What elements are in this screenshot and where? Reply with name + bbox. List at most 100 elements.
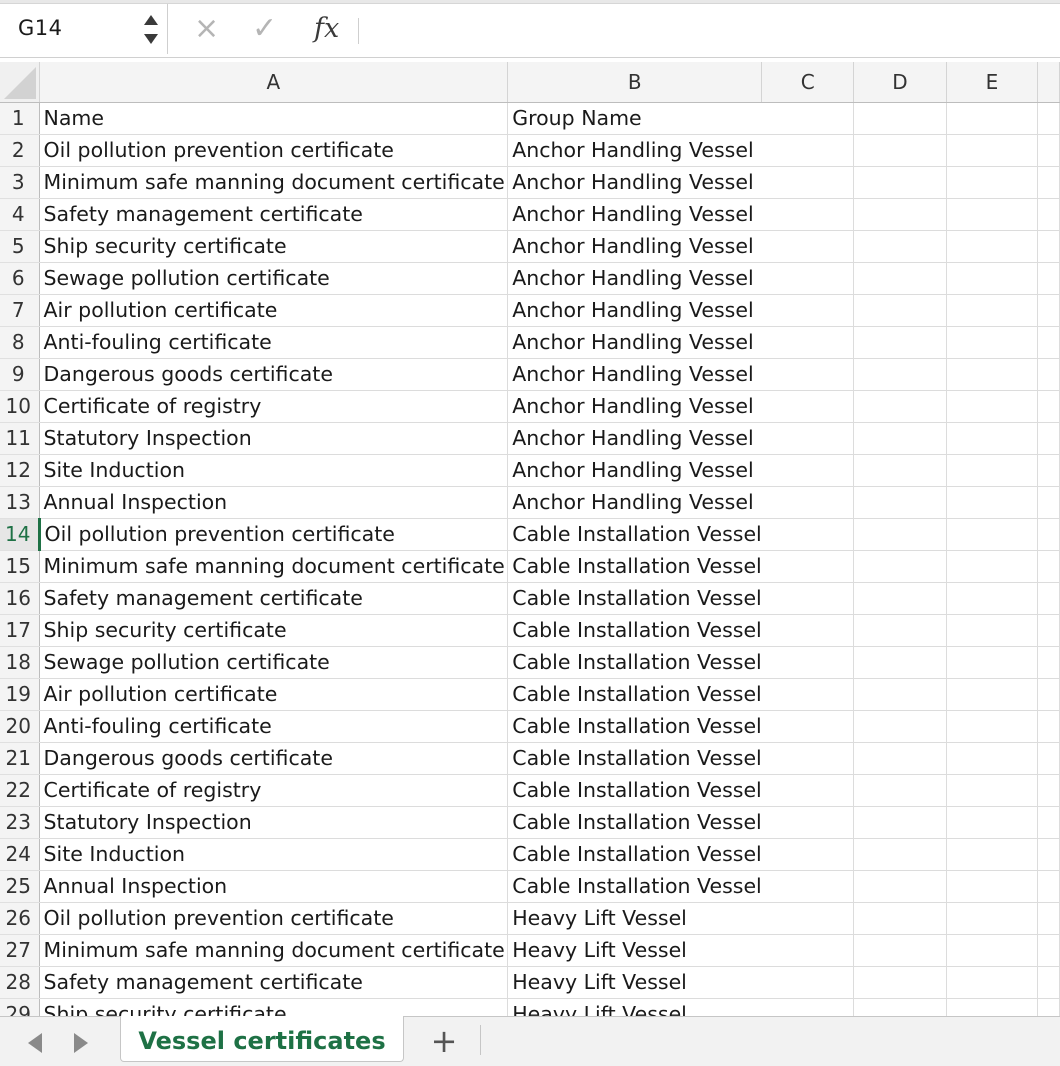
cell-f[interactable] bbox=[1037, 390, 1060, 423]
cell-f[interactable] bbox=[1037, 518, 1060, 551]
cell-e[interactable] bbox=[946, 646, 1039, 679]
row-header[interactable]: 10 bbox=[0, 390, 40, 423]
cell-f[interactable] bbox=[1037, 806, 1060, 839]
cell-a[interactable]: Sewage pollution certificate bbox=[39, 646, 509, 679]
row-header[interactable]: 26 bbox=[0, 902, 40, 935]
row-header[interactable]: 4 bbox=[0, 198, 40, 231]
row-header[interactable]: 12 bbox=[0, 454, 40, 487]
cell-b[interactable]: Anchor Handling Vessel bbox=[507, 166, 762, 199]
cell-e[interactable] bbox=[946, 934, 1039, 967]
row-header[interactable]: 20 bbox=[0, 710, 40, 743]
cell-c[interactable] bbox=[761, 294, 855, 327]
cell-d[interactable] bbox=[853, 390, 947, 423]
cell-b[interactable]: Cable Installation Vessel bbox=[507, 806, 762, 839]
cell-e[interactable] bbox=[946, 358, 1039, 391]
cell-f[interactable] bbox=[1037, 102, 1060, 135]
column-header-e[interactable]: E bbox=[946, 62, 1039, 103]
cell-f[interactable] bbox=[1037, 358, 1060, 391]
row-header[interactable]: 21 bbox=[0, 742, 40, 775]
cell-d[interactable] bbox=[853, 902, 947, 935]
cell-c[interactable] bbox=[761, 614, 855, 647]
cell-b[interactable]: Cable Installation Vessel bbox=[507, 582, 762, 615]
cell-b[interactable]: Cable Installation Vessel bbox=[507, 518, 762, 551]
cell-c[interactable] bbox=[761, 806, 855, 839]
cell-d[interactable] bbox=[853, 518, 947, 551]
cell-e[interactable] bbox=[946, 518, 1039, 551]
cell-c[interactable] bbox=[761, 134, 855, 167]
insert-function-icon[interactable]: fx bbox=[314, 12, 339, 46]
cell-a[interactable]: Annual Inspection bbox=[39, 870, 509, 903]
cell-e[interactable] bbox=[946, 326, 1039, 359]
row-header[interactable]: 19 bbox=[0, 678, 40, 711]
cell-e[interactable] bbox=[946, 870, 1039, 903]
cell-f[interactable] bbox=[1037, 230, 1060, 263]
cell-c[interactable] bbox=[761, 486, 855, 519]
row-header[interactable]: 22 bbox=[0, 774, 40, 807]
row-header[interactable]: 11 bbox=[0, 422, 40, 455]
row-header[interactable]: 6 bbox=[0, 262, 40, 295]
cell-a[interactable]: Annual Inspection bbox=[39, 486, 509, 519]
cell-e[interactable] bbox=[946, 102, 1039, 135]
formula-input[interactable] bbox=[360, 4, 1060, 54]
cell-b[interactable]: Anchor Handling Vessel bbox=[507, 390, 762, 423]
cell-a[interactable]: Ship security certificate bbox=[39, 614, 509, 647]
cell-b[interactable]: Heavy Lift Vessel bbox=[507, 998, 762, 1018]
cell-b[interactable]: Anchor Handling Vessel bbox=[507, 230, 762, 263]
cell-f[interactable] bbox=[1037, 550, 1060, 583]
cell-c[interactable] bbox=[761, 966, 855, 999]
cell-b[interactable]: Cable Installation Vessel bbox=[507, 646, 762, 679]
cell-d[interactable] bbox=[853, 486, 947, 519]
cell-c[interactable] bbox=[761, 358, 855, 391]
cell-c[interactable] bbox=[761, 582, 855, 615]
cell-e[interactable] bbox=[946, 966, 1039, 999]
checkmark-icon[interactable]: ✓ bbox=[252, 12, 277, 46]
cell-d[interactable] bbox=[853, 870, 947, 903]
cell-a[interactable]: Minimum safe manning document certificat… bbox=[39, 934, 509, 967]
cell-a[interactable]: Safety management certificate bbox=[39, 582, 509, 615]
cell-b[interactable]: Anchor Handling Vessel bbox=[507, 358, 762, 391]
cell-d[interactable] bbox=[853, 326, 947, 359]
cell-a[interactable]: Certificate of registry bbox=[39, 774, 509, 807]
row-header[interactable]: 24 bbox=[0, 838, 40, 871]
cell-e[interactable] bbox=[946, 838, 1039, 871]
cell-e[interactable] bbox=[946, 166, 1039, 199]
cell-c[interactable] bbox=[761, 454, 855, 487]
cell-c[interactable] bbox=[761, 838, 855, 871]
cell-b[interactable]: Anchor Handling Vessel bbox=[507, 454, 762, 487]
cell-f[interactable] bbox=[1037, 262, 1060, 295]
cell-b[interactable]: Anchor Handling Vessel bbox=[507, 294, 762, 327]
cell-b[interactable]: Heavy Lift Vessel bbox=[507, 902, 762, 935]
cell-c[interactable] bbox=[761, 646, 855, 679]
cell-f[interactable] bbox=[1037, 902, 1060, 935]
add-sheet-button[interactable]: + bbox=[426, 1023, 462, 1059]
cell-e[interactable] bbox=[946, 198, 1039, 231]
cell-c[interactable] bbox=[761, 998, 855, 1018]
cell-c[interactable] bbox=[761, 774, 855, 807]
row-header[interactable]: 14 bbox=[0, 518, 41, 551]
row-header[interactable]: 27 bbox=[0, 934, 40, 967]
cell-b[interactable]: Anchor Handling Vessel bbox=[507, 198, 762, 231]
row-header[interactable]: 5 bbox=[0, 230, 40, 263]
cell-b[interactable]: Cable Installation Vessel bbox=[507, 710, 762, 743]
cell-e[interactable] bbox=[946, 806, 1039, 839]
cell-e[interactable] bbox=[946, 134, 1039, 167]
cell-a[interactable]: Name bbox=[39, 102, 509, 135]
cell-f[interactable] bbox=[1037, 998, 1060, 1018]
cell-d[interactable] bbox=[853, 582, 947, 615]
cell-f[interactable] bbox=[1037, 774, 1060, 807]
cell-e[interactable] bbox=[946, 678, 1039, 711]
cell-e[interactable] bbox=[946, 582, 1039, 615]
cell-f[interactable] bbox=[1037, 742, 1060, 775]
cell-c[interactable] bbox=[761, 166, 855, 199]
cell-c[interactable] bbox=[761, 870, 855, 903]
cell-b[interactable]: Anchor Handling Vessel bbox=[507, 422, 762, 455]
column-header-f[interactable] bbox=[1037, 62, 1060, 103]
column-header-c[interactable]: C bbox=[761, 62, 855, 103]
cell-d[interactable] bbox=[853, 294, 947, 327]
cell-a[interactable]: Oil pollution prevention certificate bbox=[39, 518, 509, 551]
cell-a[interactable]: Sewage pollution certificate bbox=[39, 262, 509, 295]
column-header-d[interactable]: D bbox=[853, 62, 947, 103]
cell-f[interactable] bbox=[1037, 870, 1060, 903]
cell-d[interactable] bbox=[853, 710, 947, 743]
cell-b[interactable]: Cable Installation Vessel bbox=[507, 742, 762, 775]
